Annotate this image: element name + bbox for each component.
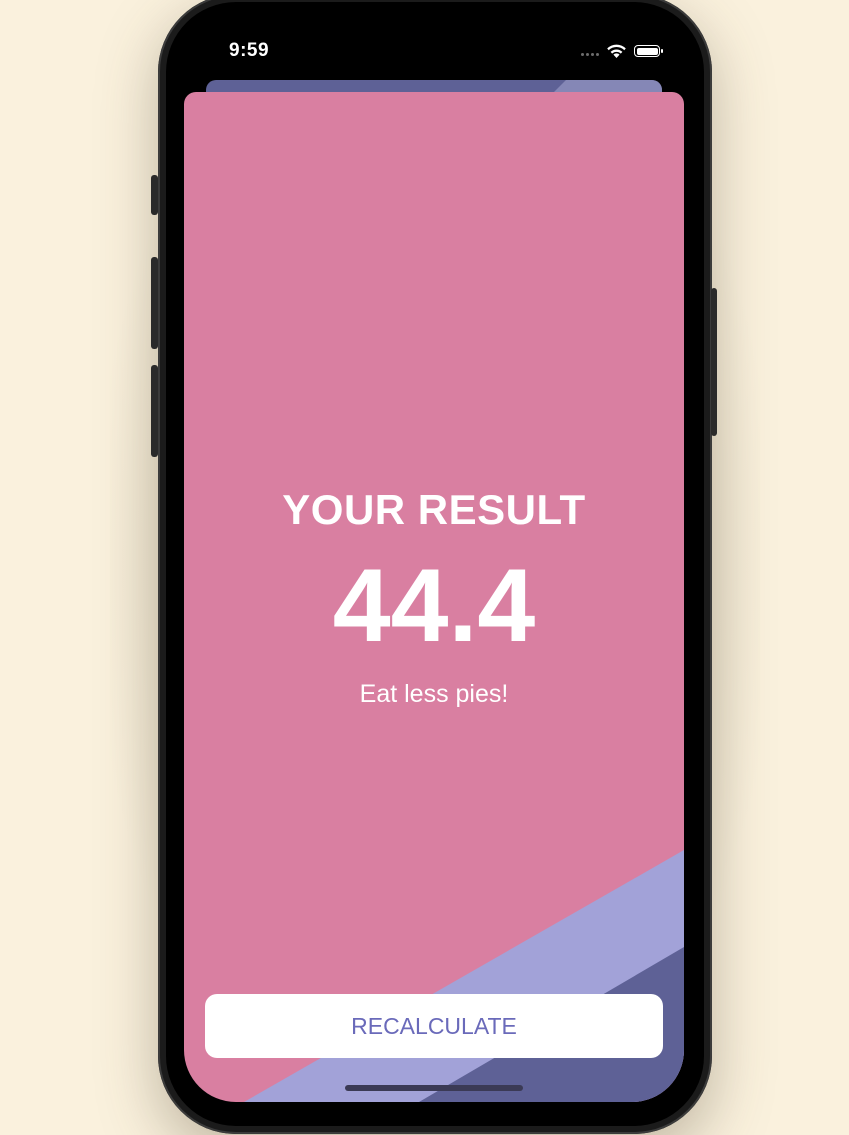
volume-up-button — [151, 257, 158, 349]
volume-down-button — [151, 365, 158, 457]
status-time: 9:59 — [229, 40, 270, 61]
result-value: 44.4 — [332, 548, 536, 664]
result-title: YOUR RESULT — [282, 486, 586, 533]
mute-switch — [151, 175, 158, 215]
cellular-signal-icon — [581, 52, 599, 56]
battery-icon — [634, 45, 663, 57]
home-indicator[interactable] — [345, 1085, 523, 1091]
screen: 9:59 YOUR RESULT 44.4 Eat less pies! REC… — [184, 20, 684, 1102]
result-sheet: YOUR RESULT 44.4 Eat less pies! RECALCUL… — [184, 92, 684, 1102]
power-button — [711, 288, 717, 436]
result-advice: Eat less pies! — [359, 680, 509, 708]
recalculate-button[interactable]: RECALCULATE — [205, 994, 663, 1058]
status-icons — [581, 40, 663, 62]
wifi-icon — [607, 44, 626, 58]
